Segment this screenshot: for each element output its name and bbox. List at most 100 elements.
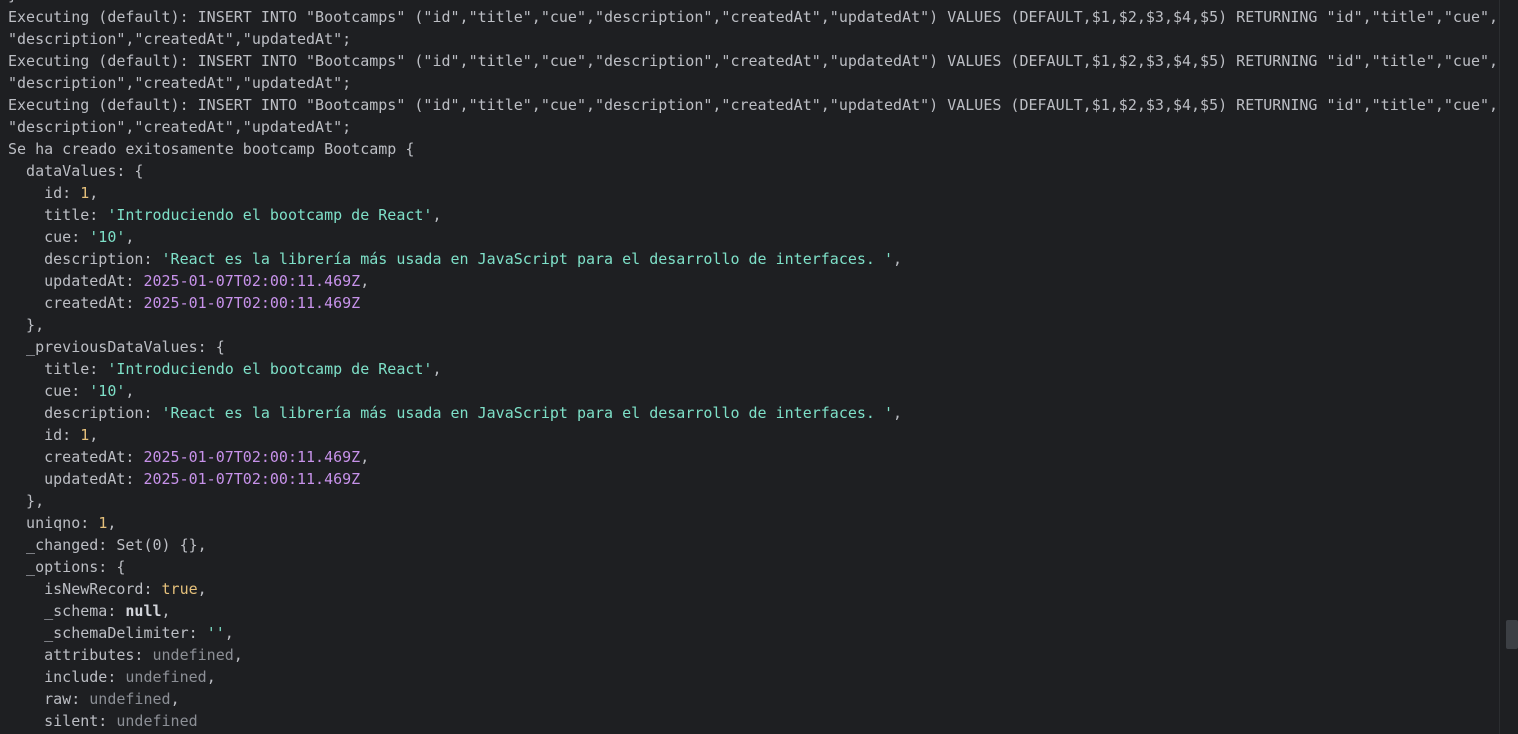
token-plain: , [125,228,135,246]
terminal-line: }, [8,490,1498,512]
token-str: '' [206,624,225,642]
token-plain: Se ha creado exitosamente bootcamp Bootc… [8,140,415,158]
token-plain: , [893,404,903,422]
token-plain: }, [8,492,45,510]
token-num: 1 [98,514,108,532]
terminal-line: description: 'React es la librería más u… [8,248,1498,270]
token-plain: raw: [8,690,90,708]
terminal-line: "description","createdAt","updatedAt"; [8,28,1498,50]
terminal-line: silent: undefined [8,710,1498,732]
vertical-scrollbar[interactable] [1499,0,1518,734]
token-plain: createdAt: [8,294,144,312]
token-plain: _schema: [8,602,126,620]
token-null: null [125,602,162,620]
token-date: 2025-01-07T02:00:11.469Z [143,448,361,466]
scrollbar-thumb[interactable] [1506,620,1518,649]
terminal-line: Executing (default): INSERT INTO "Bootca… [8,6,1498,28]
token-bool: true [161,580,198,598]
token-plain: uniqno: [8,514,99,532]
token-plain: , [125,382,135,400]
token-plain: isNewRecord: [8,580,162,598]
token-plain: , [206,668,216,686]
terminal-lines: } Executing (default): INSERT INTO "Bootc… [8,0,1498,732]
token-plain: , [161,602,171,620]
token-plain: , [360,272,370,290]
token-plain: cue: [8,382,90,400]
terminal-line: "description","createdAt","updatedAt"; [8,72,1498,94]
terminal-line: uniqno: 1, [8,512,1498,534]
token-plain: , [893,250,903,268]
token-plain: title: [8,360,108,378]
terminal-line: title: 'Introduciendo el bootcamp de Rea… [8,204,1498,226]
token-plain: } [8,0,17,4]
terminal-line: updatedAt: 2025-01-07T02:00:11.469Z, [8,270,1498,292]
token-plain: , [360,448,370,466]
terminal-line: _schema: null, [8,600,1498,622]
token-plain: title: [8,206,108,224]
token-undef: undefined [125,668,207,686]
token-str: 'Introduciendo el bootcamp de React' [107,360,433,378]
terminal-line: cue: '10', [8,226,1498,248]
terminal-line: Executing (default): INSERT INTO "Bootca… [8,50,1498,72]
token-plain: silent: [8,712,117,730]
terminal-line: Executing (default): INSERT INTO "Bootca… [8,94,1498,116]
token-plain: , [224,624,234,642]
token-plain: createdAt: [8,448,144,466]
token-plain: , [432,206,442,224]
token-plain: Executing (default): INSERT INTO "Bootca… [8,8,1499,26]
terminal-line: raw: undefined, [8,688,1498,710]
token-plain: , [170,690,180,708]
token-undef: undefined [152,646,234,664]
token-plain: attributes: [8,646,153,664]
token-plain: _changed: Set(0) {}, [8,536,207,554]
terminal-line: cue: '10', [8,380,1498,402]
token-undef: undefined [116,712,198,730]
token-num: 1 [80,184,90,202]
terminal-line: include: undefined, [8,666,1498,688]
token-plain: "description","createdAt","updatedAt"; [8,74,352,92]
token-date: 2025-01-07T02:00:11.469Z [143,294,361,312]
token-num: 1 [80,426,90,444]
terminal-line: _changed: Set(0) {}, [8,534,1498,556]
token-str: '10' [89,382,126,400]
token-plain: "description","createdAt","updatedAt"; [8,118,352,136]
terminal-line: Se ha creado exitosamente bootcamp Bootc… [8,138,1498,160]
token-plain: , [432,360,442,378]
terminal-line: createdAt: 2025-01-07T02:00:11.469Z, [8,446,1498,468]
token-plain: dataValues: { [8,162,144,180]
token-date: 2025-01-07T02:00:11.469Z [143,470,361,488]
token-undef: undefined [89,690,171,708]
token-str: 'React es la librería más usada en JavaS… [161,404,894,422]
token-plain: _schemaDelimiter: [8,624,207,642]
token-plain: _previousDataValues: { [8,338,225,356]
token-plain: , [107,514,117,532]
token-plain: description: [8,404,162,422]
token-plain: Executing (default): INSERT INTO "Bootca… [8,96,1499,114]
terminal-line: id: 1, [8,182,1498,204]
terminal-line: _options: { [8,556,1498,578]
token-plain: , [197,580,207,598]
terminal-line: attributes: undefined, [8,644,1498,666]
token-plain: "description","createdAt","updatedAt"; [8,30,352,48]
token-plain: updatedAt: [8,272,144,290]
token-plain: }, [8,316,45,334]
terminal-line: }, [8,314,1498,336]
token-str: 'Introduciendo el bootcamp de React' [107,206,433,224]
terminal-line: dataValues: { [8,160,1498,182]
token-plain: updatedAt: [8,470,144,488]
token-plain: Executing (default): INSERT INTO "Bootca… [8,52,1499,70]
token-plain: , [233,646,243,664]
terminal-line: updatedAt: 2025-01-07T02:00:11.469Z [8,468,1498,490]
terminal-line: createdAt: 2025-01-07T02:00:11.469Z [8,292,1498,314]
token-str: '10' [89,228,126,246]
token-date: 2025-01-07T02:00:11.469Z [143,272,361,290]
token-plain: include: [8,668,126,686]
token-plain: description: [8,250,162,268]
terminal-line: description: 'React es la librería más u… [8,402,1498,424]
token-plain: id: [8,426,81,444]
token-plain: cue: [8,228,90,246]
terminal-output[interactable]: } Executing (default): INSERT INTO "Bootc… [0,0,1518,734]
token-plain: , [89,184,99,202]
token-plain: , [89,426,99,444]
terminal-line: _previousDataValues: { [8,336,1498,358]
